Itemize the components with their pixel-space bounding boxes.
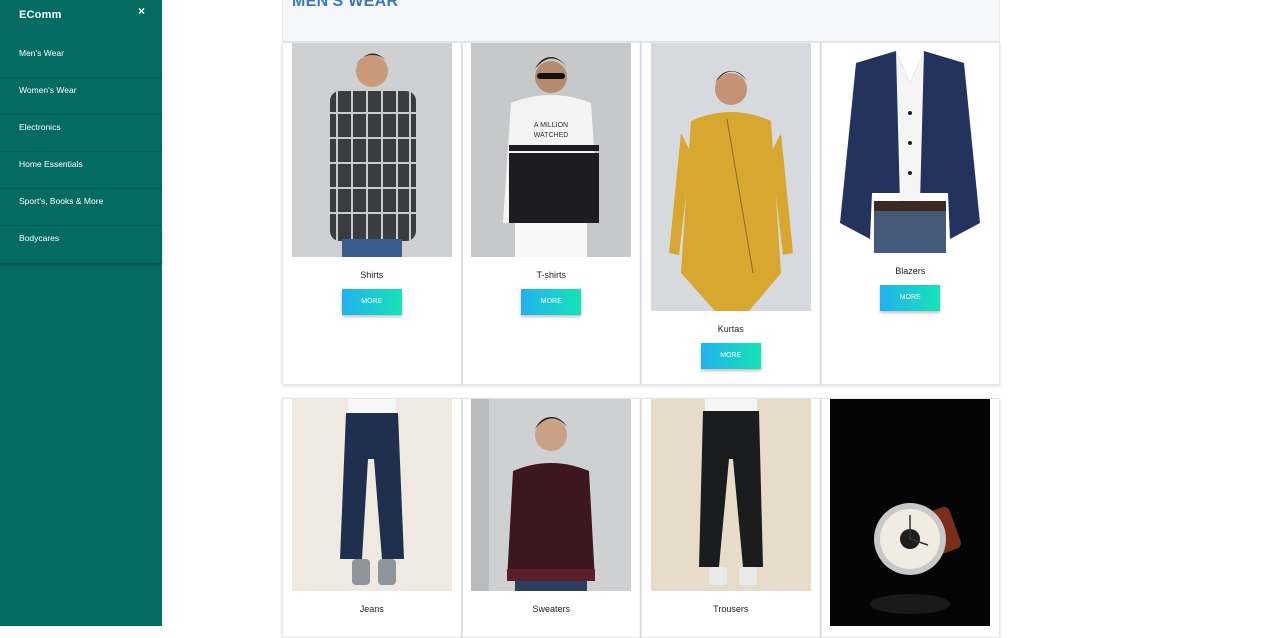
product-name: Sweaters [532,604,571,614]
product-name: Blazers [895,266,926,276]
main-content: MEN'S WEAR Shirts MORE A MILLION WATCHED… [282,0,1000,638]
product-grid-row-1: Shirts MORE A MILLION WATCHED T-shirts M… [282,42,1000,385]
product-name: T-shirts [536,270,566,280]
sidebar-item-bodycares[interactable]: Bodycares [0,226,162,263]
product-name: Trousers [713,604,749,614]
product-card-tshirts[interactable]: A MILLION WATCHED T-shirts MORE [461,42,641,385]
svg-text:A MILLION: A MILLION [534,122,568,129]
sidebar-item-womens-wear[interactable]: Women's Wear [0,78,162,115]
more-button-kurtas[interactable]: MORE [700,343,761,369]
sweater-image[interactable] [471,399,632,591]
product-card-sweaters[interactable]: Sweaters [461,398,641,638]
blazer-image[interactable] [830,43,991,253]
brand-logo[interactable]: EComm [19,9,62,21]
sidebar-menu: Men's Wear Women's Wear Electronics Home… [0,41,162,263]
page-title: MEN'S WEAR [292,0,399,10]
product-card-jeans[interactable]: Jeans [282,398,462,638]
sidebar-item-sports-books[interactable]: Sport's, Books & More [0,189,162,226]
shirt-image[interactable] [291,43,452,257]
product-card-trousers[interactable]: Trousers [641,398,821,638]
product-name: Jeans [359,604,384,614]
sidebar: EComm × Men's Wear Women's Wear Electron… [0,0,162,626]
sidebar-item-electronics[interactable]: Electronics [0,115,162,152]
product-card-blazers[interactable]: Blazers MORE [820,42,1000,385]
sidebar-item-mens-wear[interactable]: Men's Wear [0,41,162,78]
close-icon[interactable]: × [138,4,145,18]
product-grid-row-2: Jeans Sweaters Trousers [282,398,1000,638]
svg-text:WATCHED: WATCHED [534,132,569,139]
product-card-kurtas[interactable]: Kurtas MORE [641,42,821,385]
product-name: Kurtas [717,324,744,334]
product-card-watches[interactable] [820,398,1000,638]
more-button-shirts[interactable]: MORE [341,289,402,315]
trousers-image[interactable] [650,399,811,591]
title-band: MEN'S WEAR [282,0,1000,42]
product-card-shirts[interactable]: Shirts MORE [282,42,462,385]
sidebar-item-home-essentials[interactable]: Home Essentials [0,152,162,189]
more-button-blazers[interactable]: MORE [880,285,941,311]
sidebar-header: EComm × [0,0,162,25]
product-name: Shirts [360,270,384,280]
tshirt-image[interactable]: A MILLION WATCHED [471,43,632,257]
more-button-tshirts[interactable]: MORE [521,289,582,315]
jeans-image[interactable] [291,399,452,591]
kurta-image[interactable] [650,43,811,311]
watch-image[interactable] [830,399,991,626]
